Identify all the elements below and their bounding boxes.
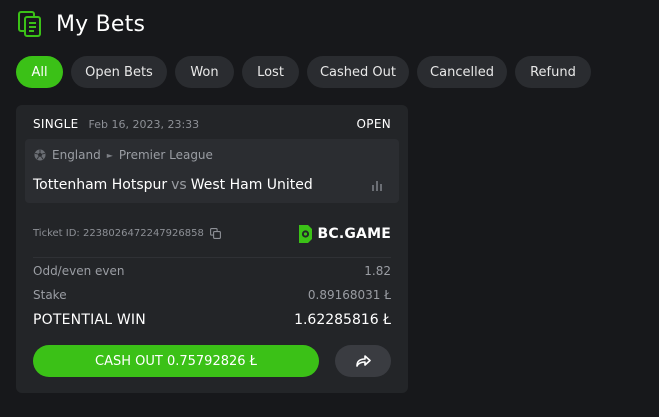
bets-icon [18,11,41,37]
stake-value: 0.89168031 Ł [307,288,391,302]
potential-win-label: POTENTIAL WIN [33,312,146,328]
page-header: My Bets [18,10,145,38]
bcgame-logo-icon [298,225,312,243]
country-label: England [52,148,101,162]
filter-all[interactable]: All [16,56,63,88]
filter-open-bets[interactable]: Open Bets [71,56,167,88]
league-label: Premier League [118,148,213,162]
match-title: Tottenham Hotspur vs West Ham United [33,177,313,193]
potential-win-row: POTENTIAL WIN 1.62285816 Ł [33,310,391,330]
bet-card: SINGLE Feb 16, 2023, 23:33 OPEN England … [16,105,408,393]
league-breadcrumb: England ► Premier League [34,148,213,162]
ticket-id-row: Ticket ID: 2238026472247926858 [33,228,221,239]
event-box[interactable]: England ► Premier League Tottenham Hotsp… [25,139,399,203]
copy-icon[interactable] [209,228,221,239]
share-button[interactable] [335,345,391,377]
odds-value: 1.82 [364,264,391,278]
market-row: Odd/even even 1.82 [33,263,391,279]
bet-date: Feb 16, 2023, 23:33 [88,117,200,131]
brand-logo: BC.GAME [296,223,392,245]
away-team: West Ham United [190,177,313,193]
potential-win-value: 1.62285816 Ł [294,312,391,328]
market-label: Odd/even even [33,264,125,278]
filter-tabs: All Open Bets Won Lost Cashed Out Cancel… [16,56,599,88]
filter-cashed-out[interactable]: Cashed Out [307,56,409,88]
filter-won[interactable]: Won [175,56,234,88]
share-arrow-icon [356,355,371,367]
brand-name: BC.GAME [317,226,391,242]
filter-cancelled[interactable]: Cancelled [417,56,507,88]
page-title: My Bets [56,11,146,37]
divider [33,257,391,258]
filter-lost[interactable]: Lost [242,56,299,88]
chevron-right-icon: ► [106,150,113,160]
stake-row: Stake 0.89168031 Ł [33,287,391,303]
home-team: Tottenham Hotspur [33,177,168,193]
ticket-id: Ticket ID: 2238026472247926858 [33,228,204,239]
filter-refund[interactable]: Refund [515,56,591,88]
stats-icon[interactable] [371,179,383,191]
cash-out-button[interactable]: CASH OUT 0.75792826 Ł [33,345,319,377]
stake-label: Stake [33,288,67,302]
soccer-ball-icon [34,149,46,161]
status-badge: OPEN [356,117,391,131]
bet-card-header: SINGLE Feb 16, 2023, 23:33 OPEN [33,116,391,132]
bet-type: SINGLE [33,117,79,131]
vs-label: vs [171,177,187,193]
